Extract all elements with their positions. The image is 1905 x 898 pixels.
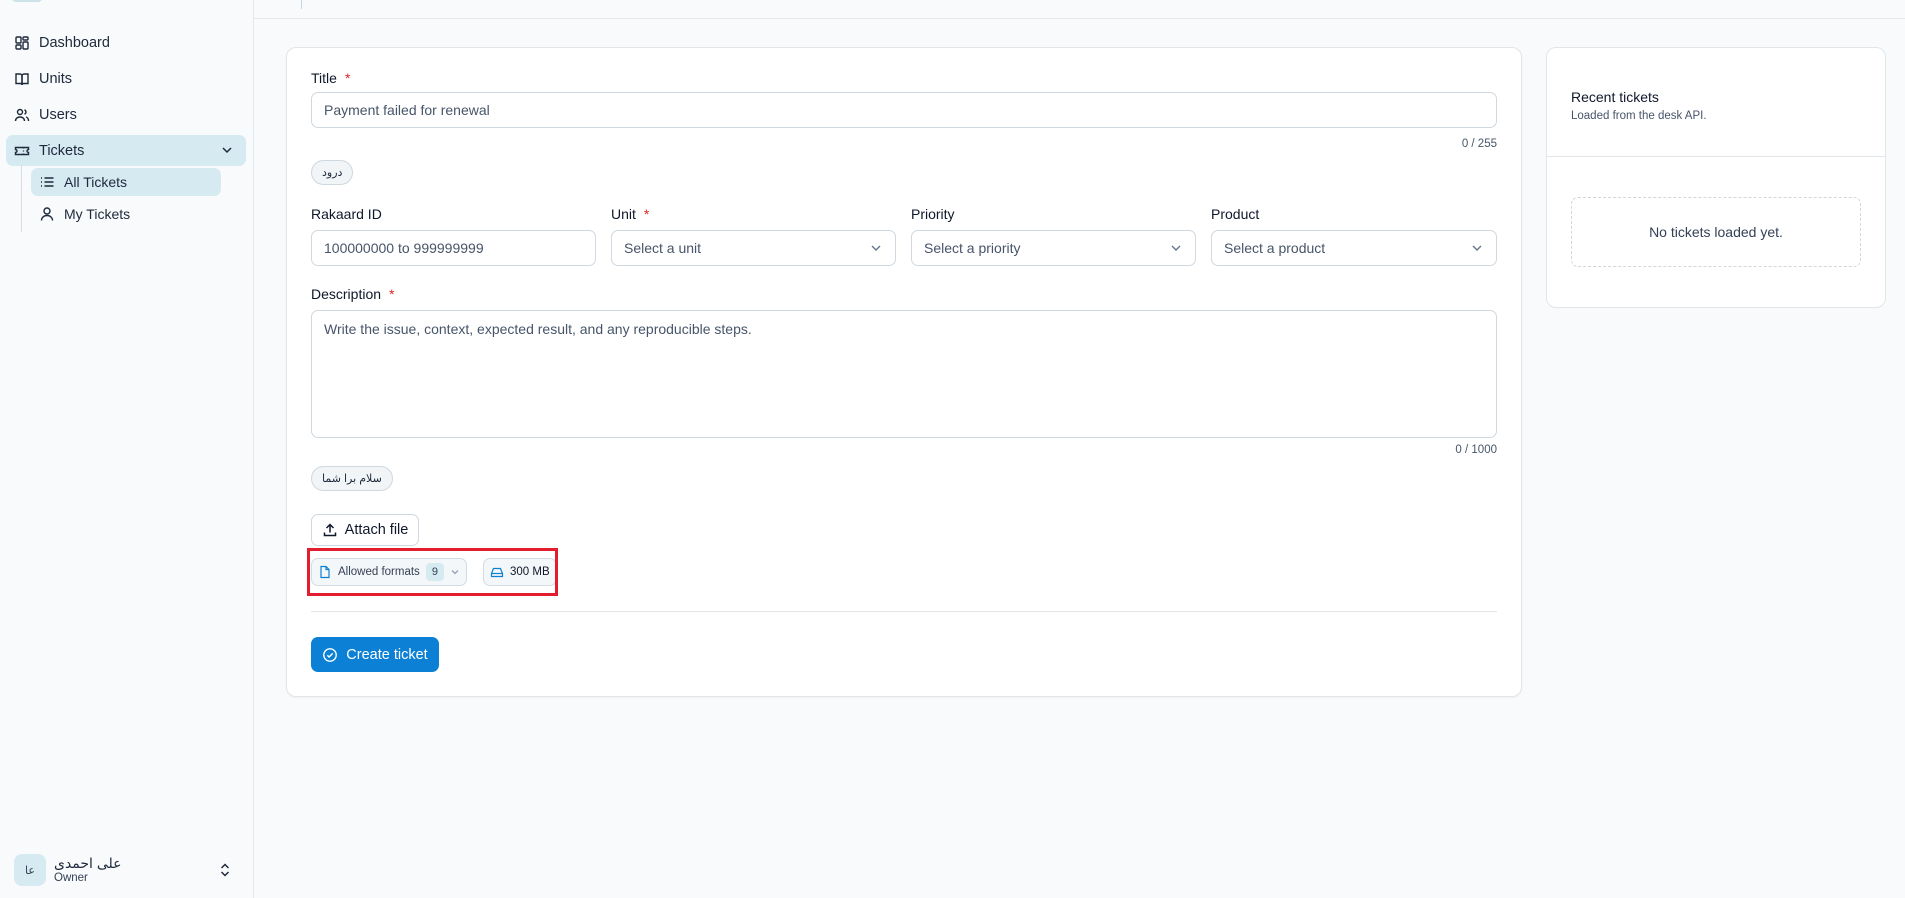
allowed-formats-dropdown[interactable]: Allowed formats 9	[311, 558, 467, 586]
user-name: علی احمدی	[54, 855, 122, 871]
allowed-formats-label: Allowed formats	[338, 566, 420, 578]
unit-label: Unit *	[611, 206, 650, 222]
required-mark: *	[389, 286, 395, 302]
description-label: Description *	[311, 286, 395, 302]
logo	[12, 0, 42, 2]
sidebar-subitem-label: My Tickets	[64, 206, 131, 222]
chevron-down-icon	[871, 245, 881, 251]
sidebar-subitem-label: All Tickets	[64, 174, 128, 190]
ticket-form-card: Title * Payment failed for renewal 0 / 25…	[286, 47, 1522, 697]
description-placeholder: Write the issue, context, expected resul…	[324, 321, 752, 337]
description-counter: 0 / 1000	[1455, 444, 1497, 456]
divider	[311, 611, 1497, 612]
sidebar-subitem-all-tickets[interactable]: All Tickets	[31, 168, 221, 196]
empty-state-text: No tickets loaded yet.	[1649, 224, 1783, 240]
chevron-down-icon[interactable]	[220, 143, 234, 157]
max-size-label: 300 MB	[510, 566, 550, 578]
top-bar	[254, 0, 1905, 19]
users-icon	[14, 107, 30, 123]
user-role: Owner	[54, 872, 88, 884]
sidebar-item-label: Users	[39, 106, 77, 123]
chevron-down-icon	[451, 570, 459, 575]
create-ticket-label: Create ticket	[346, 646, 428, 663]
recent-tickets-subtitle: Loaded from the desk API.	[1571, 110, 1707, 122]
dashboard-icon	[14, 35, 30, 51]
title-input[interactable]: Payment failed for renewal	[311, 92, 1497, 128]
sidebar-item-users[interactable]: Users	[6, 99, 246, 130]
title-value: Payment failed for renewal	[324, 102, 490, 118]
avatar: عا	[14, 854, 46, 886]
upload-icon	[323, 523, 336, 537]
rakaard-label: Rakaard ID	[311, 206, 382, 222]
recent-tickets-title: Recent tickets	[1571, 89, 1659, 105]
sidebar-subitem-my-tickets[interactable]: My Tickets	[31, 200, 221, 228]
product-placeholder: Select a product	[1224, 240, 1326, 256]
user-icon	[39, 206, 55, 222]
unit-placeholder: Select a unit	[624, 240, 702, 256]
divider	[1547, 156, 1885, 157]
attach-file-label: Attach file	[344, 522, 409, 538]
attach-file-button[interactable]: Attach file	[311, 514, 419, 546]
priority-label: Priority	[911, 206, 955, 222]
product-label: Product	[1211, 206, 1260, 222]
priority-placeholder: Select a priority	[924, 240, 1021, 256]
list-icon	[39, 174, 55, 190]
sidebar-item-label: Dashboard	[39, 34, 110, 51]
sidebar-item-dashboard[interactable]: Dashboard	[6, 27, 246, 58]
book-icon	[14, 71, 30, 87]
recent-tickets-card: Recent tickets Loaded from the desk API.…	[1546, 47, 1886, 308]
description-suggestion-chip[interactable]: سلام برا شما	[311, 466, 393, 491]
file-icon	[320, 565, 330, 579]
rakaard-placeholder: 100000000 to 999999999	[324, 240, 484, 256]
product-select[interactable]: Select a product	[1211, 230, 1497, 266]
sidebar-item-label: Tickets	[39, 142, 85, 159]
sidebar-item-label: Units	[39, 70, 73, 87]
required-mark: *	[643, 206, 650, 222]
empty-state: No tickets loaded yet.	[1571, 197, 1861, 267]
check-circle-icon	[323, 647, 338, 662]
max-size-badge: 300 MB	[483, 558, 557, 586]
priority-select[interactable]: Select a priority	[911, 230, 1196, 266]
user-menu[interactable]: عا علی احمدی Owner	[8, 850, 244, 890]
required-mark: *	[344, 70, 351, 86]
subnav-line	[21, 166, 22, 232]
sidebar-item-tickets[interactable]: Tickets	[6, 135, 246, 166]
chevrons-up-down-icon	[220, 863, 230, 877]
ticket-icon	[14, 143, 30, 159]
title-label: Title *	[311, 70, 351, 86]
unit-select[interactable]: Select a unit	[611, 230, 896, 266]
description-textarea[interactable]: Write the issue, context, expected resul…	[311, 310, 1497, 438]
title-suggestion-chip[interactable]: درود	[311, 160, 354, 185]
topbar-separator	[301, 0, 302, 9]
formats-count-badge: 9	[425, 563, 444, 581]
title-counter: 0 / 255	[1461, 138, 1497, 150]
create-ticket-button[interactable]: Create ticket	[311, 637, 439, 672]
chevron-down-icon	[1171, 245, 1181, 251]
chevron-down-icon	[1472, 245, 1482, 251]
hard-drive-icon	[490, 567, 504, 578]
sidebar: Dashboard Units Users Tickets All Ticket…	[0, 0, 254, 898]
sidebar-item-units[interactable]: Units	[6, 63, 246, 94]
rakaard-id-input[interactable]: 100000000 to 999999999	[311, 230, 596, 266]
